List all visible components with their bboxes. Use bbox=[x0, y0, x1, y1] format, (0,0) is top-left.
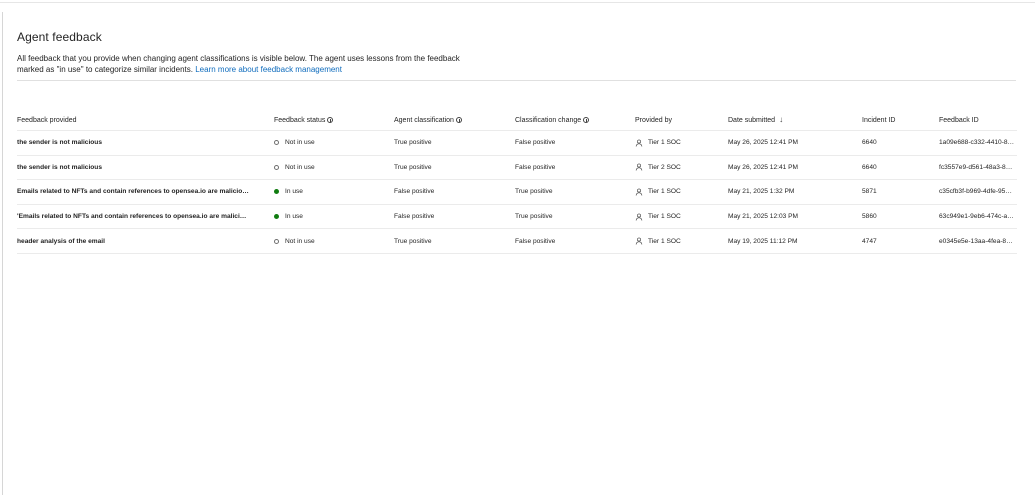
incident-id-cell: 6640 bbox=[862, 163, 877, 171]
table-row[interactable]: Emails related to NFTs and contain refer… bbox=[17, 179, 1017, 204]
provided-by-cell: Tier 1 SOC bbox=[635, 180, 725, 204]
date-submitted-cell: May 26, 2025 12:41 PM bbox=[728, 163, 799, 171]
date-submitted-cell: May 19, 2025 11:12 PM bbox=[728, 237, 798, 245]
column-header-agent-classification[interactable]: Agent classification bbox=[394, 110, 512, 130]
table-body: the sender is not malicious Not in use T… bbox=[17, 130, 1017, 254]
status-in-use-icon bbox=[274, 189, 279, 195]
person-icon bbox=[635, 213, 643, 221]
table-row[interactable]: 'Emails related to NFTs and contain refe… bbox=[17, 203, 1017, 229]
agent-classification-cell: True positive bbox=[394, 237, 432, 245]
table-row[interactable]: header analysis of the email Not in use … bbox=[17, 228, 1017, 254]
classification-change-cell: False positive bbox=[515, 163, 556, 171]
feedback-status-cell: Not in use bbox=[274, 156, 392, 180]
feedback-provided-cell[interactable]: Emails related to NFTs and contain refer… bbox=[17, 180, 272, 204]
feedback-provided-cell[interactable]: the sender is not malicious bbox=[17, 156, 272, 180]
incident-id-cell: 5871 bbox=[862, 188, 877, 196]
incident-id-cell: 5860 bbox=[862, 213, 877, 221]
feedback-provided-cell[interactable]: the sender is not malicious bbox=[17, 131, 272, 155]
status-not-in-use-icon bbox=[274, 238, 279, 244]
feedback-provided-cell[interactable]: 'Emails related to NFTs and contain refe… bbox=[17, 205, 272, 229]
classification-change-cell: False positive bbox=[515, 237, 556, 245]
provided-by-cell: Tier 1 SOC bbox=[635, 205, 725, 229]
feedback-status-cell: In use bbox=[274, 205, 392, 229]
top-border bbox=[0, 2, 1035, 3]
header-divider bbox=[17, 80, 1016, 81]
person-icon bbox=[635, 188, 643, 196]
person-icon bbox=[635, 139, 643, 147]
agent-classification-cell: False positive bbox=[394, 188, 435, 196]
feedback-id-cell: fc3557e9-d561-48a3-8… bbox=[939, 163, 1013, 171]
date-submitted-cell: May 21, 2025 1:32 PM bbox=[728, 188, 795, 196]
page-title: Agent feedback bbox=[17, 30, 102, 44]
feedback-provided-cell[interactable]: header analysis of the email bbox=[17, 229, 272, 253]
column-header-feedback-id[interactable]: Feedback ID bbox=[939, 110, 1017, 130]
info-icon[interactable] bbox=[327, 117, 334, 123]
date-submitted-cell: May 26, 2025 12:41 PM bbox=[728, 139, 799, 147]
agent-classification-cell: True positive bbox=[394, 139, 432, 147]
column-header-incident-id[interactable]: Incident ID bbox=[862, 110, 932, 130]
table-row[interactable]: the sender is not malicious Not in use T… bbox=[17, 154, 1017, 180]
classification-change-cell: True positive bbox=[515, 188, 553, 196]
table-header: Feedback provided Feedback status Agent … bbox=[17, 110, 1017, 130]
person-icon bbox=[635, 237, 643, 245]
column-header-provided-by[interactable]: Provided by bbox=[635, 110, 725, 130]
feedback-id-cell: 1a09e688-c332-4410-8… bbox=[939, 139, 1015, 147]
feedback-id-cell: 63c949e1-9eb6-474c-a… bbox=[939, 213, 1014, 221]
learn-more-link[interactable]: Learn more about feedback management bbox=[195, 65, 342, 74]
agent-classification-cell: True positive bbox=[394, 163, 432, 171]
feedback-status-cell: Not in use bbox=[274, 131, 392, 155]
status-not-in-use-icon bbox=[274, 140, 279, 146]
column-header-classification-change[interactable]: Classification change bbox=[515, 110, 633, 130]
column-header-feedback-provided[interactable]: Feedback provided bbox=[17, 110, 272, 130]
person-icon bbox=[635, 163, 643, 171]
table-row[interactable]: the sender is not malicious Not in use T… bbox=[17, 130, 1017, 155]
info-icon[interactable] bbox=[583, 117, 590, 123]
column-header-feedback-status[interactable]: Feedback status bbox=[274, 110, 392, 130]
info-icon[interactable] bbox=[455, 117, 462, 123]
arrow-down-icon: ↓ bbox=[779, 115, 784, 124]
feedback-status-cell: Not in use bbox=[274, 229, 392, 253]
classification-change-cell: False positive bbox=[515, 139, 556, 147]
classification-change-cell: True positive bbox=[515, 213, 553, 221]
feedback-id-cell: e0345e5e-13aa-4fea-8… bbox=[939, 237, 1013, 245]
agent-classification-cell: False positive bbox=[394, 213, 435, 221]
provided-by-cell: Tier 2 SOC bbox=[635, 156, 725, 180]
page-description: All feedback that you provide when chang… bbox=[17, 53, 487, 75]
feedback-status-cell: In use bbox=[274, 180, 392, 204]
feedback-id-cell: c35cfb3f-b969-4dfe-95… bbox=[939, 188, 1012, 196]
date-submitted-cell: May 21, 2025 12:03 PM bbox=[728, 213, 799, 221]
feedback-table: Feedback provided Feedback status Agent … bbox=[17, 110, 1017, 254]
incident-id-cell: 4747 bbox=[862, 237, 877, 245]
status-not-in-use-icon bbox=[274, 164, 279, 170]
provided-by-cell: Tier 1 SOC bbox=[635, 131, 725, 155]
column-header-date-submitted[interactable]: Date submitted ↓ bbox=[728, 110, 858, 130]
left-border bbox=[2, 12, 3, 495]
provided-by-cell: Tier 1 SOC bbox=[635, 229, 725, 253]
incident-id-cell: 6640 bbox=[862, 139, 877, 147]
status-in-use-icon bbox=[274, 214, 279, 220]
